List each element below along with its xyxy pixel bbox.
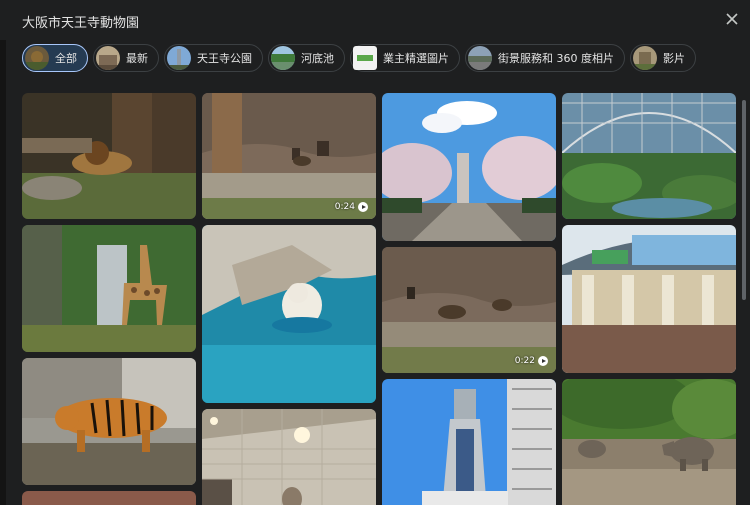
photo-tile-tsutenkaku[interactable] [382,379,556,505]
tower-thumb-icon [167,46,191,70]
chip-videos[interactable]: 影片 [630,44,696,72]
owner-thumb-icon [353,46,377,70]
photo-tile-partial[interactable] [22,491,196,505]
video-duration: 0:22 [515,356,548,366]
chip-street-view[interactable]: 街景服務和 360 度相片 [465,44,625,72]
photo-tile-cherry-blossoms[interactable] [382,93,556,241]
video-duration: 0:24 [335,202,368,212]
photo-grid: 0:24 0:22 [22,93,738,505]
chip-all[interactable]: 全部 [22,44,88,72]
video-thumb-icon [633,46,657,70]
chip-latest[interactable]: 最新 [93,44,159,72]
building-thumb-icon [96,46,120,70]
close-button[interactable] [722,9,742,29]
filter-chips: 全部 最新 天王寺公園 河底池 業主精選圖片 街景服務和 360 度相片 影片 [22,44,696,72]
street-thumb-icon [468,46,492,70]
photo-tile-polar-bear[interactable] [202,225,376,403]
chip-pond[interactable]: 河底池 [268,44,345,72]
photo-tile-monkeys[interactable]: 0:24 [202,93,376,219]
chip-label: 河底池 [301,52,334,65]
dialog-title: 大阪市天王寺動物園 [22,16,140,31]
zoo-thumb-icon [25,46,49,70]
photo-tile-rhino[interactable] [562,379,736,505]
chip-label: 天王寺公園 [197,52,252,65]
photo-tile-tiger[interactable] [22,358,196,485]
chip-label: 業主精選圖片 [383,52,449,65]
pond-thumb-icon [271,46,295,70]
background-strip [0,40,6,505]
photo-tile-giraffe[interactable] [22,225,196,352]
photo-tile-lion[interactable] [22,93,196,219]
close-icon [726,13,738,25]
chip-label: 街景服務和 360 度相片 [498,52,614,65]
photo-tile-indoor[interactable] [202,409,376,505]
photo-tile-aviary[interactable] [562,93,736,219]
chip-label: 最新 [126,52,148,65]
grid-scrollbar[interactable] [742,100,746,300]
chip-owner-photos[interactable]: 業主精選圖片 [350,44,460,72]
chip-tennoji-park[interactable]: 天王寺公園 [164,44,263,72]
chip-label: 影片 [663,52,685,65]
play-icon [358,202,368,212]
dialog-header: 大阪市天王寺動物園 [0,0,750,40]
photo-tile-entrance[interactable] [562,225,736,373]
photo-tile-monkeys-2[interactable]: 0:22 [382,247,556,373]
play-icon [538,356,548,366]
chip-label: 全部 [55,52,77,65]
